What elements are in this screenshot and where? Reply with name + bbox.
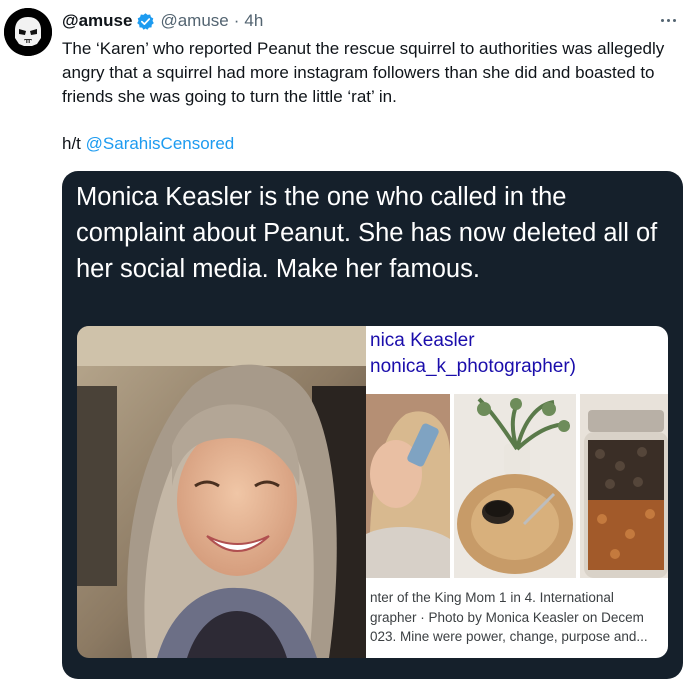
search-result-panel: nica Keasler nonica_k_photographer) nter… (366, 326, 668, 658)
mention-link[interactable]: @SarahisCensored (86, 134, 235, 153)
hat-tip: h/t @SarahisCensored (62, 132, 234, 156)
user-handle[interactable]: @amuse (160, 11, 228, 31)
search-result-handle: nonica_k_photographer) (370, 356, 576, 377)
stormtrooper-avatar-icon (4, 8, 52, 56)
search-result-photo-2 (454, 394, 576, 578)
verified-badge-icon (136, 12, 155, 31)
search-result-name: nica Keasler (370, 330, 475, 351)
search-result-caption-line: 023. Mine were power, change, purpose an… (370, 629, 648, 644)
media-attachment[interactable]: Monica Keasler is the one who called in … (62, 171, 683, 679)
media-caption: Monica Keasler is the one who called in … (76, 183, 658, 283)
search-result-caption-line: grapher · Photo by Monica Keasler on Dec… (370, 609, 644, 625)
tweet-text: The ‘Karen’ who reported Peanut the resc… (62, 39, 665, 106)
display-name[interactable]: @amuse (62, 11, 132, 31)
search-result-photo-1 (366, 394, 450, 578)
more-options-icon[interactable] (657, 10, 679, 30)
search-result-caption-line: nter of the King Mom 1 in 4. Internation… (370, 590, 614, 605)
search-result-caption: nter of the King Mom 1 in 4. Internation… (370, 588, 666, 647)
hat-tip-prefix: h/t (62, 134, 81, 153)
separator-dot: · (233, 11, 240, 30)
tweet-header: @amuse @amuse · 4h (62, 10, 263, 32)
woman-selfie-photo (77, 326, 377, 658)
avatar[interactable] (4, 8, 52, 56)
tweet-timestamp[interactable]: 4h (244, 11, 263, 31)
search-result-photo-3 (580, 394, 668, 578)
